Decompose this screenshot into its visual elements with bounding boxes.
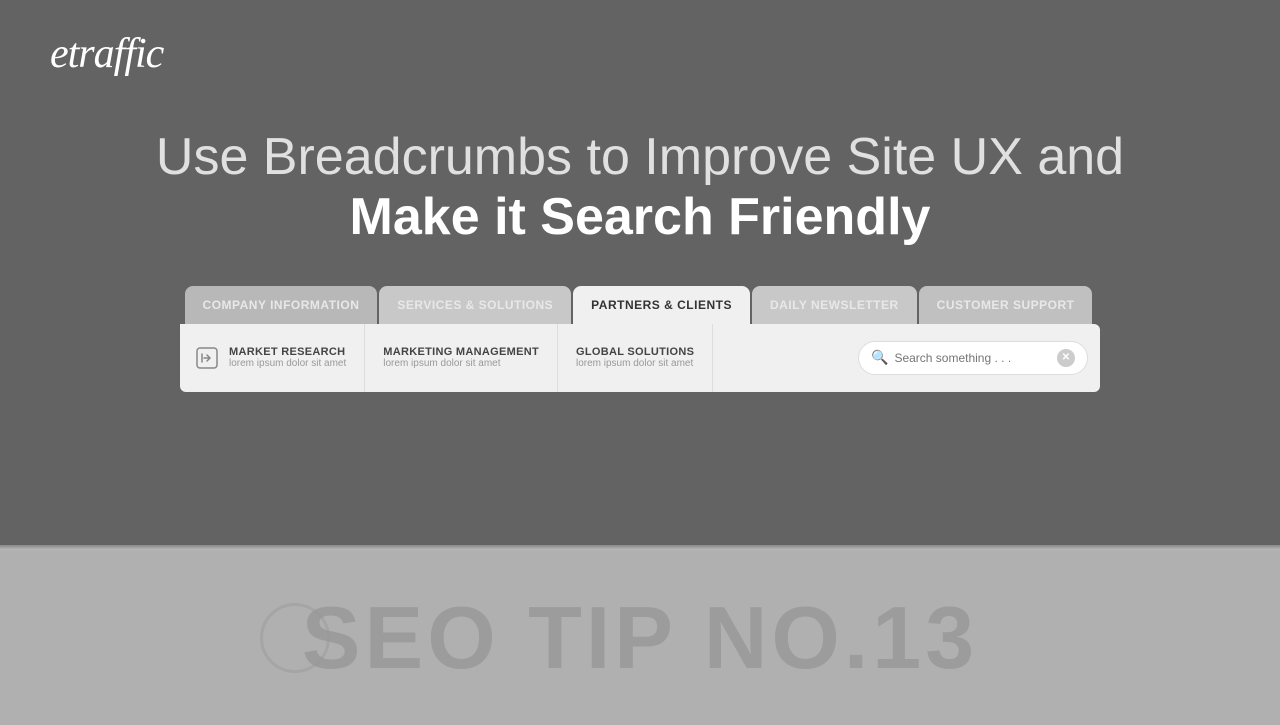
marketing-management-text: MARKETING MANAGEMENT lorem ipsum dolor s… <box>383 346 539 369</box>
hero-text: Use Breadcrumbs to Improve Site UX and M… <box>0 128 1280 248</box>
hero-line1: Use Breadcrumbs to Improve Site UX and <box>0 128 1280 188</box>
tab-services-solutions[interactable]: SERVICES & SOLUTIONS <box>379 286 571 324</box>
search-icon: 🔍 <box>871 349 888 366</box>
tab-customer-support[interactable]: CUSTOMER SUPPORT <box>919 286 1093 324</box>
hero-line2: Make it Search Friendly <box>0 188 1280 248</box>
search-input[interactable] <box>894 351 1034 365</box>
search-bar: 🔍 ✕ <box>858 341 1088 375</box>
search-clear-button[interactable]: ✕ <box>1057 349 1075 367</box>
logo: etraffic <box>50 30 163 78</box>
tab-partners-clients[interactable]: PARTNERS & CLIENTS <box>573 286 750 324</box>
logo-area: etraffic <box>0 0 213 108</box>
bottom-section: SEO TIP NO.13 <box>0 550 1280 725</box>
breadcrumb-tabs: COMPANY INFORMATION SERVICES & SOLUTIONS… <box>185 286 1096 324</box>
logo-text: etraffic <box>50 31 163 77</box>
tab-company-information[interactable]: COMPANY INFORMATION <box>185 286 378 324</box>
tab-daily-newsletter[interactable]: DAILY NEWSLETTER <box>752 286 917 324</box>
market-research-icon <box>195 346 219 370</box>
content-item-global-solutions[interactable]: GLOBAL SOLUTIONS lorem ipsum dolor sit a… <box>558 324 713 392</box>
market-research-text: MARKET RESEARCH lorem ipsum dolor sit am… <box>229 346 346 369</box>
top-section: etraffic Use Breadcrumbs to Improve Site… <box>0 0 1280 545</box>
content-item-marketing-management[interactable]: MARKETING MANAGEMENT lorem ipsum dolor s… <box>365 324 558 392</box>
content-item-market-research[interactable]: MARKET RESEARCH lorem ipsum dolor sit am… <box>185 324 365 392</box>
seo-tip-text: SEO TIP NO.13 <box>302 587 978 689</box>
global-solutions-text: GLOBAL SOLUTIONS lorem ipsum dolor sit a… <box>576 346 694 369</box>
